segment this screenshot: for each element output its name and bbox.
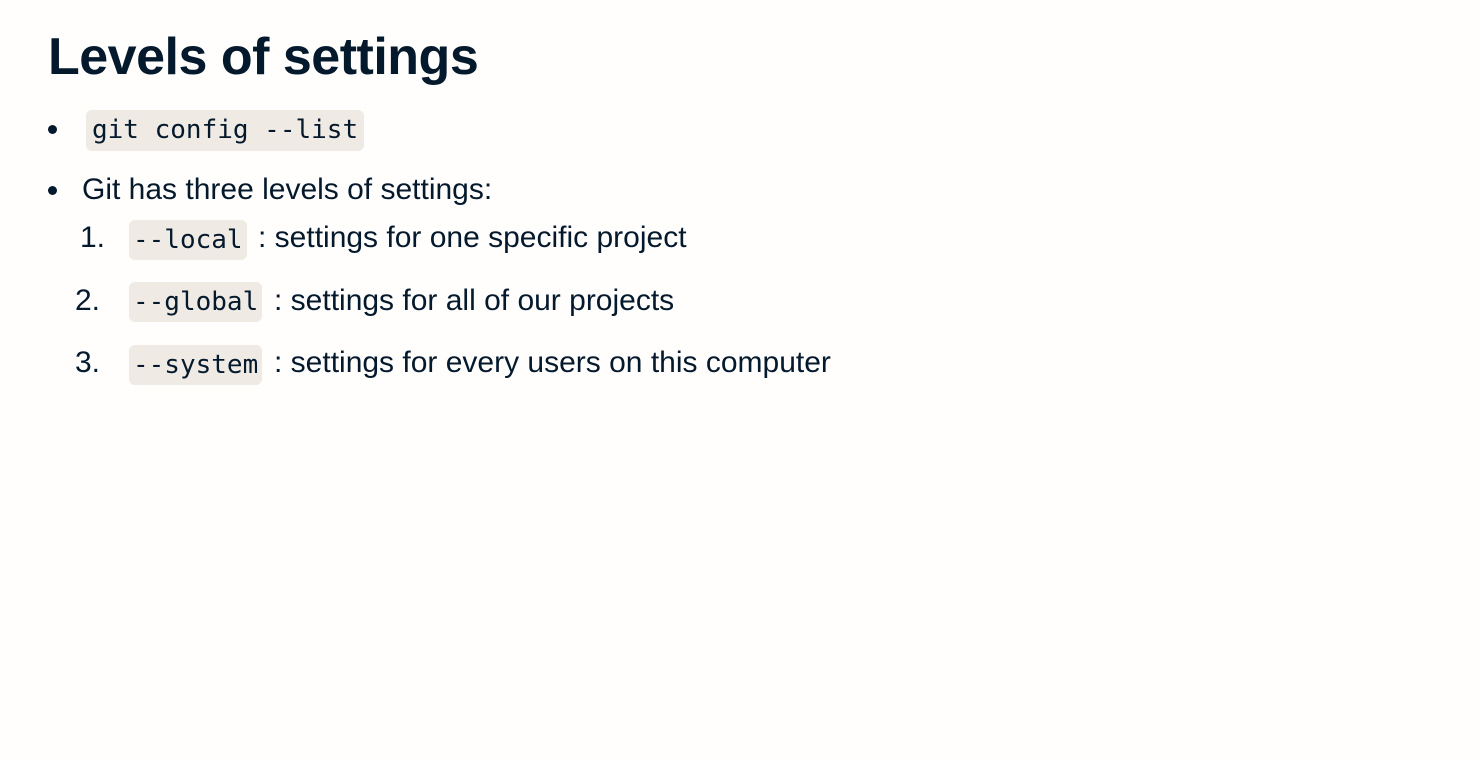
local-flag-code: --local [129,220,247,260]
global-flag-description: : settings for all of our projects [274,284,675,317]
bullet-marker [48,186,57,195]
local-flag-description: : settings for one specific project [258,221,687,254]
global-flag-code: --global [129,282,263,322]
levels-intro-text: Git has three levels of settings: [82,173,493,206]
system-flag-code: --system [129,345,263,385]
bullet-marker [48,125,57,134]
git-config-list-code: git config --list [86,110,365,151]
system-flag-description: : settings for every users on this compu… [274,346,831,379]
slide: Levels of settings git config --list Git… [0,0,1480,760]
list-number: 2. [75,284,101,317]
slide-title: Levels of settings [48,28,479,86]
list-number: 1. [80,221,106,254]
list-number: 3. [75,346,101,379]
